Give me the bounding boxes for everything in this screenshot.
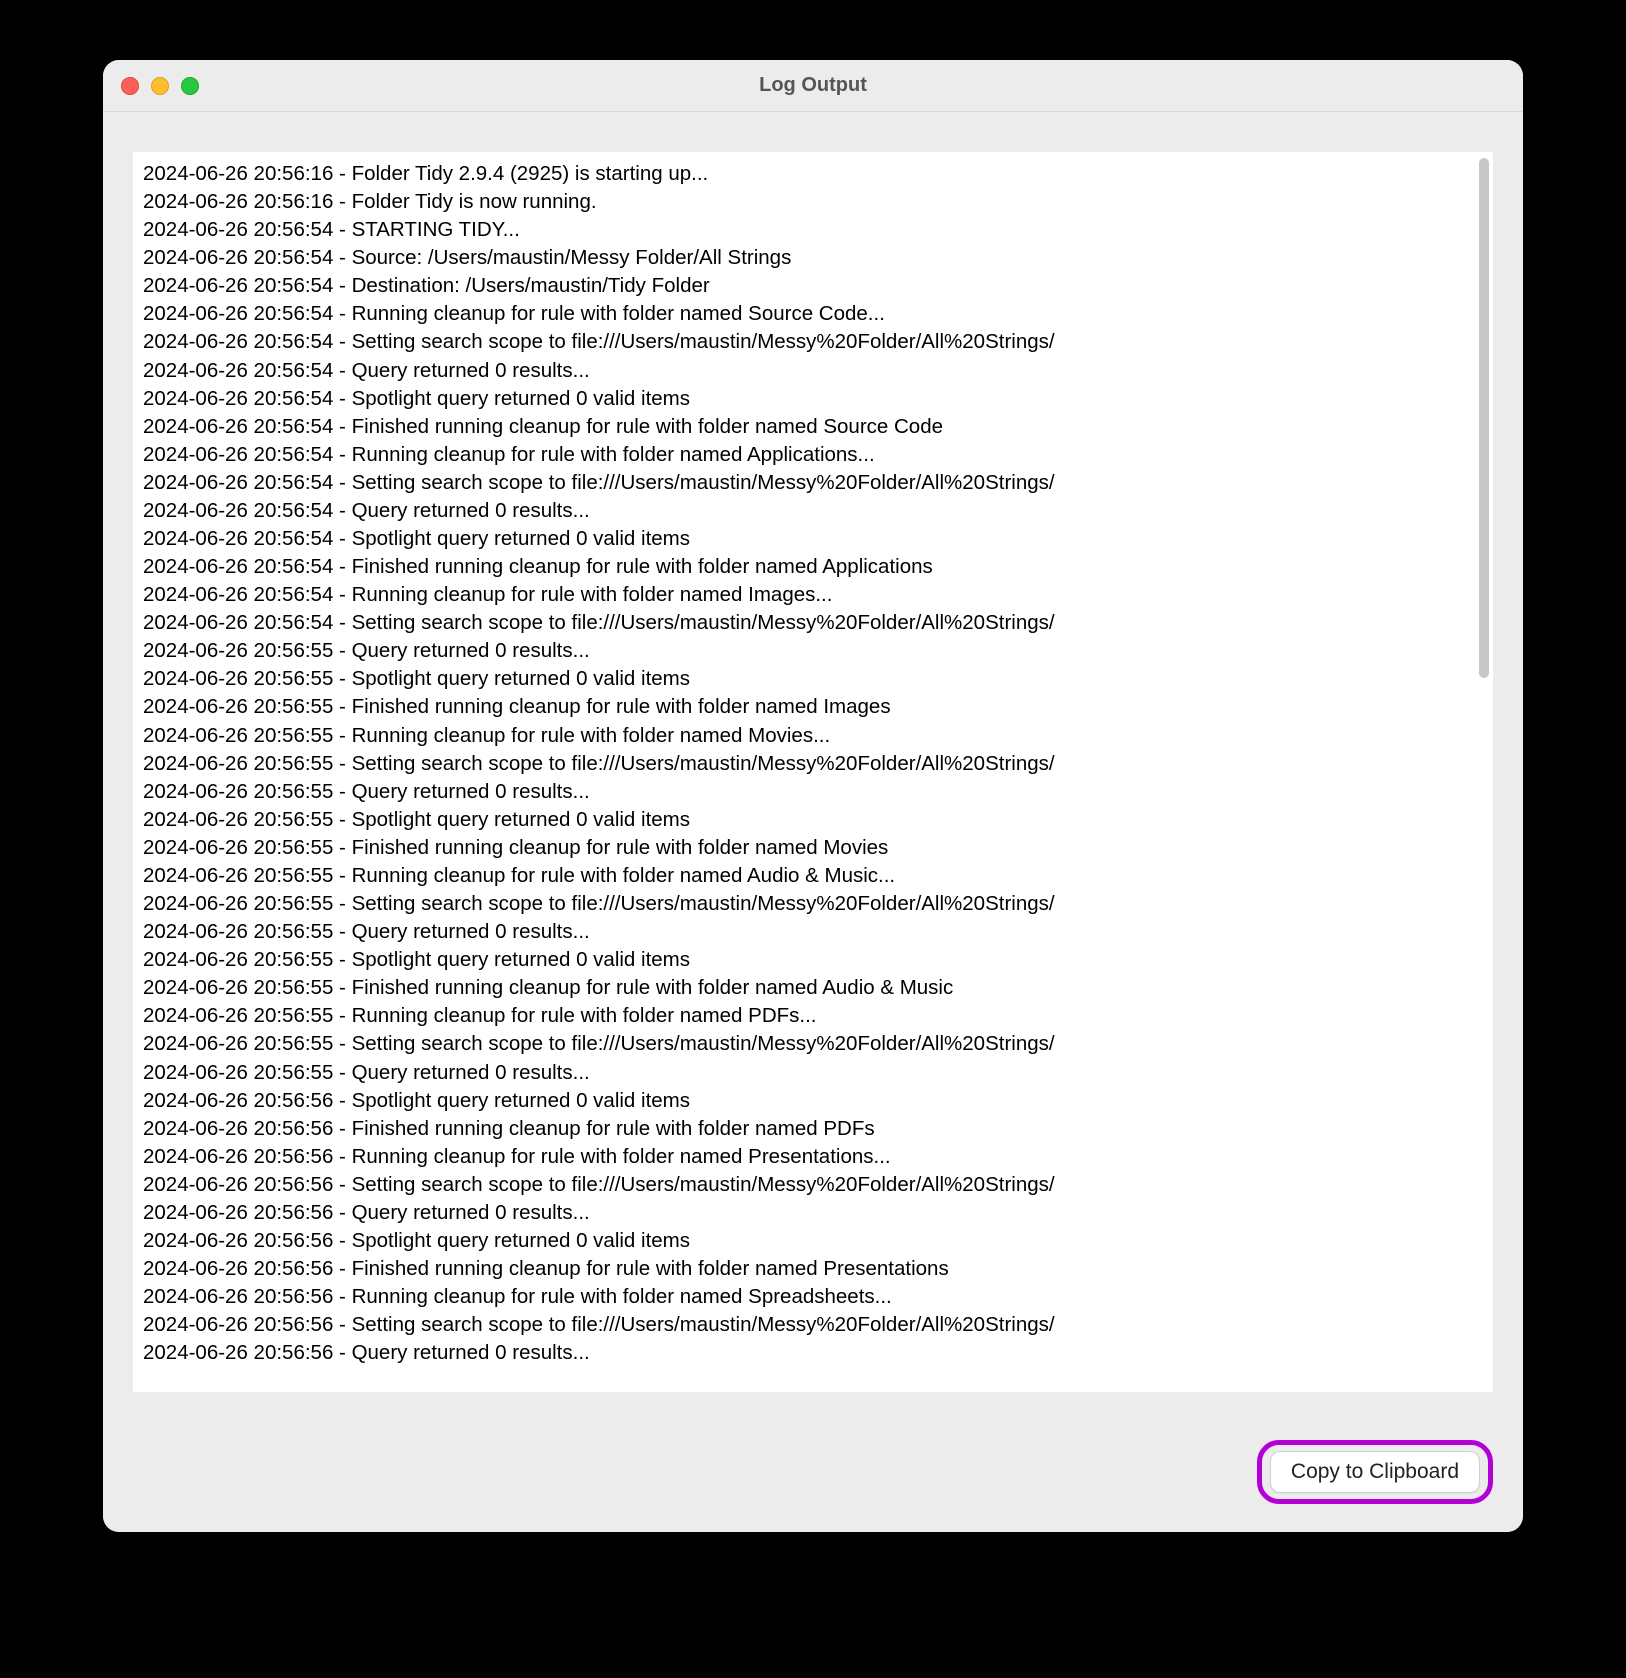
copy-button-highlight: Copy to Clipboard: [1257, 1440, 1493, 1504]
log-line: 2024-06-26 20:56:54 - Setting search sco…: [143, 609, 1479, 637]
log-line: 2024-06-26 20:56:55 - Spotlight query re…: [143, 946, 1479, 974]
content-area: 2024-06-26 20:56:16 - Folder Tidy 2.9.4 …: [103, 112, 1523, 1422]
log-line: 2024-06-26 20:56:55 - Running cleanup fo…: [143, 862, 1479, 890]
maximize-icon[interactable]: [181, 77, 199, 95]
window-title: Log Output: [103, 74, 1523, 97]
log-line: 2024-06-26 20:56:55 - Running cleanup fo…: [143, 722, 1479, 750]
log-line: 2024-06-26 20:56:56 - Setting search sco…: [143, 1171, 1479, 1199]
log-line: 2024-06-26 20:56:54 - Destination: /User…: [143, 272, 1479, 300]
log-line: 2024-06-26 20:56:54 - Setting search sco…: [143, 328, 1479, 356]
log-line: 2024-06-26 20:56:54 - Query returned 0 r…: [143, 497, 1479, 525]
scrollbar-thumb[interactable]: [1479, 158, 1489, 678]
log-line: 2024-06-26 20:56:54 - Running cleanup fo…: [143, 300, 1479, 328]
log-line: 2024-06-26 20:56:54 - Source: /Users/mau…: [143, 244, 1479, 272]
log-line: 2024-06-26 20:56:55 - Finished running c…: [143, 834, 1479, 862]
log-line: 2024-06-26 20:56:56 - Setting search sco…: [143, 1311, 1479, 1339]
log-line: 2024-06-26 20:56:16 - Folder Tidy is now…: [143, 188, 1479, 216]
log-line: 2024-06-26 20:56:55 - Query returned 0 r…: [143, 1059, 1479, 1087]
log-line: 2024-06-26 20:56:56 - Query returned 0 r…: [143, 1339, 1479, 1367]
log-line: 2024-06-26 20:56:56 - Running cleanup fo…: [143, 1143, 1479, 1171]
log-window: Log Output 2024-06-26 20:56:16 - Folder …: [103, 60, 1523, 1532]
log-line: 2024-06-26 20:56:55 - Running cleanup fo…: [143, 1002, 1479, 1030]
log-line: 2024-06-26 20:56:55 - Setting search sco…: [143, 1030, 1479, 1058]
log-line: 2024-06-26 20:56:55 - Query returned 0 r…: [143, 778, 1479, 806]
log-line: 2024-06-26 20:56:54 - Finished running c…: [143, 553, 1479, 581]
log-line: 2024-06-26 20:56:55 - Setting search sco…: [143, 750, 1479, 778]
copy-to-clipboard-button[interactable]: Copy to Clipboard: [1270, 1451, 1480, 1493]
log-line: 2024-06-26 20:56:55 - Spotlight query re…: [143, 806, 1479, 834]
log-line: 2024-06-26 20:56:55 - Query returned 0 r…: [143, 637, 1479, 665]
log-line: 2024-06-26 20:56:55 - Spotlight query re…: [143, 665, 1479, 693]
log-line: 2024-06-26 20:56:56 - Spotlight query re…: [143, 1087, 1479, 1115]
log-line: 2024-06-26 20:56:55 - Query returned 0 r…: [143, 918, 1479, 946]
log-line: 2024-06-26 20:56:16 - Folder Tidy 2.9.4 …: [143, 160, 1479, 188]
minimize-icon[interactable]: [151, 77, 169, 95]
log-line: 2024-06-26 20:56:54 - Spotlight query re…: [143, 525, 1479, 553]
log-line: 2024-06-26 20:56:54 - STARTING TIDY...: [143, 216, 1479, 244]
log-line: 2024-06-26 20:56:54 - Spotlight query re…: [143, 385, 1479, 413]
log-line: 2024-06-26 20:56:56 - Finished running c…: [143, 1255, 1479, 1283]
log-line: 2024-06-26 20:56:54 - Query returned 0 r…: [143, 357, 1479, 385]
log-output[interactable]: 2024-06-26 20:56:16 - Folder Tidy 2.9.4 …: [133, 152, 1493, 1392]
log-line: 2024-06-26 20:56:54 - Running cleanup fo…: [143, 581, 1479, 609]
log-line: 2024-06-26 20:56:56 - Finished running c…: [143, 1115, 1479, 1143]
log-line: 2024-06-26 20:56:55 - Finished running c…: [143, 974, 1479, 1002]
log-line: 2024-06-26 20:56:54 - Running cleanup fo…: [143, 441, 1479, 469]
footer: Copy to Clipboard: [103, 1422, 1523, 1532]
log-output-container: 2024-06-26 20:56:16 - Folder Tidy 2.9.4 …: [133, 152, 1493, 1392]
log-line: 2024-06-26 20:56:56 - Running cleanup fo…: [143, 1283, 1479, 1311]
log-line: 2024-06-26 20:56:55 - Finished running c…: [143, 693, 1479, 721]
close-icon[interactable]: [121, 77, 139, 95]
log-line: 2024-06-26 20:56:56 - Spotlight query re…: [143, 1227, 1479, 1255]
log-line: 2024-06-26 20:56:55 - Setting search sco…: [143, 890, 1479, 918]
log-line: 2024-06-26 20:56:56 - Query returned 0 r…: [143, 1199, 1479, 1227]
traffic-lights: [121, 77, 199, 95]
log-line: 2024-06-26 20:56:54 - Finished running c…: [143, 413, 1479, 441]
log-line: 2024-06-26 20:56:54 - Setting search sco…: [143, 469, 1479, 497]
titlebar: Log Output: [103, 60, 1523, 112]
